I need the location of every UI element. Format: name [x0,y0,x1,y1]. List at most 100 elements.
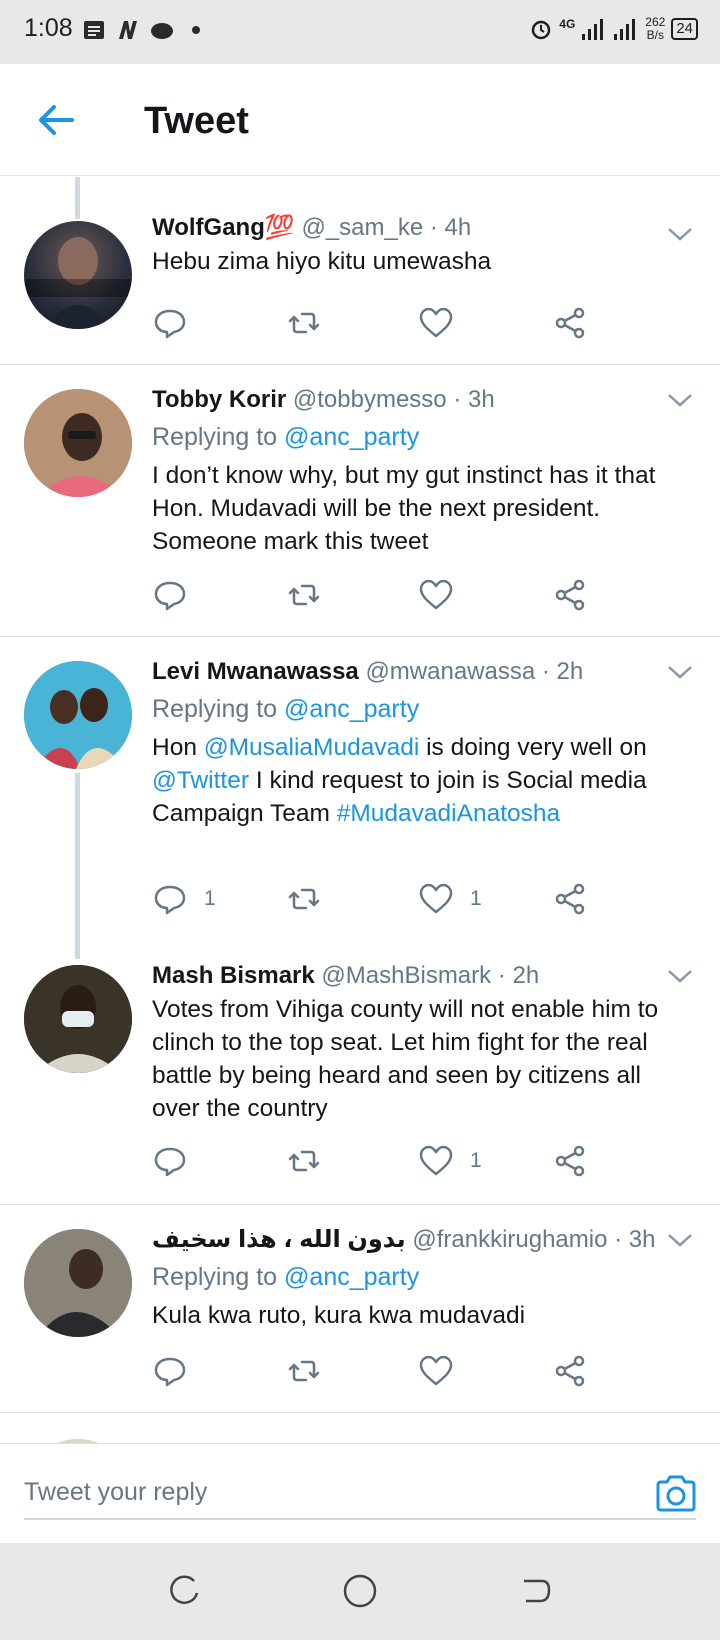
author-name[interactable]: Tobby Korir [152,386,286,413]
retweet-button[interactable] [286,881,322,917]
reply-mention-link[interactable]: @anc_party [284,1263,419,1291]
author-name[interactable]: Levi Mwanawassa [152,658,359,685]
share-icon [555,883,585,915]
avatar[interactable] [24,661,132,769]
chevron-down-icon[interactable] [666,1231,694,1249]
reply-icon [154,309,186,339]
reply-button[interactable] [152,305,204,341]
replying-to: Replying to @anc_party [152,695,420,723]
tweet[interactable]: WolfGang💯 @_sam_ke · 4h Hebu zima hiyo k… [0,177,720,365]
tweet[interactable]: Tobby Korir @tobbymesso · 3h Replying to… [0,365,720,637]
author-name[interactable]: Mash Bismark [152,962,315,989]
back-nav-icon[interactable] [518,1573,554,1609]
battery-indicator: 24 [671,18,698,40]
author-handle[interactable]: @_sam_ke [301,214,423,241]
tweet-actions: 1 [152,1143,622,1183]
hashtag-link[interactable]: #MudavadiAnatosha [337,800,560,827]
tweet-time: · 3h [614,1226,656,1253]
tweet-partial[interactable] [0,1413,720,1443]
heart-icon [419,579,453,610]
reply-mention-link[interactable]: @anc_party [284,423,419,451]
netflix-n-icon [119,21,137,39]
heart-icon [419,1355,453,1386]
tweet-time: · 4h [429,214,472,241]
share-button[interactable] [552,881,588,917]
reply-count: 1 [204,887,216,910]
share-button[interactable] [552,577,588,613]
back-arrow-icon[interactable] [32,98,80,142]
system-nav-bar [0,1543,720,1640]
reply-bar [0,1443,720,1543]
app-blob-icon [151,23,173,39]
retweet-button[interactable] [286,577,322,613]
signal-icon-2 [614,19,636,40]
retweet-button[interactable] [286,1143,322,1179]
share-button[interactable] [552,305,588,341]
camera-icon[interactable] [654,1474,698,1514]
alarm-icon [532,20,551,40]
share-button[interactable] [552,1353,588,1389]
like-button[interactable] [418,1353,470,1389]
page-title: Tweet [144,100,249,142]
recent-apps-icon[interactable] [166,1573,202,1609]
reply-button[interactable]: 1 [152,881,216,917]
retweet-button[interactable] [286,1353,322,1389]
heart-icon [419,1145,453,1176]
like-button[interactable] [418,305,470,341]
author-handle[interactable]: @MashBismark [321,962,491,989]
thread-line [75,177,80,219]
avatar-image [24,237,132,329]
author-handle[interactable]: @tobbymesso [293,386,447,413]
avatar[interactable] [24,221,132,329]
chevron-down-icon[interactable] [666,967,694,985]
like-button[interactable]: 1 [418,881,482,917]
chevron-down-icon[interactable] [666,391,694,409]
mention-link[interactable]: @MusaliaMudavadi [204,734,420,761]
tweet[interactable]: Mash Bismark @MashBismark · 2h Votes fro… [0,937,720,1205]
tweet[interactable]: Levi Mwanawassa @mwanawassa · 2h Replyin… [0,637,720,937]
tweet-time: · 2h [497,962,540,989]
tweet-actions [152,577,622,617]
chevron-down-icon[interactable] [666,663,694,681]
tweet-text: I don’t know why, but my gut instinct ha… [152,462,656,555]
avatar[interactable] [24,965,132,1073]
avatar-image [24,389,132,497]
reply-button[interactable] [152,577,204,613]
like-button[interactable]: 1 [418,1143,482,1179]
reply-button[interactable] [152,1353,204,1389]
notes-icon [84,21,104,39]
author-name[interactable]: بدون الله ، هذا سخيف [152,1226,406,1253]
retweet-icon [288,312,320,334]
replying-to: Replying to @anc_party [152,1263,420,1291]
avatar[interactable] [24,389,132,497]
reply-icon [154,1147,186,1177]
replying-to: Replying to @anc_party [152,423,420,451]
retweet-button[interactable] [286,305,322,341]
share-icon [555,1355,585,1387]
reply-mention-link[interactable]: @anc_party [284,695,419,723]
share-icon [555,1145,585,1177]
share-button[interactable] [552,1143,588,1179]
tweet-text: Hebu zima hiyo kitu umewasha [152,248,492,275]
signal-icon [582,19,604,40]
tweet-text: Hon @MusaliaMudavadi is doing very well … [152,734,647,827]
home-icon[interactable] [340,1571,380,1611]
mention-link[interactable]: @Twitter [152,767,249,794]
retweet-icon [288,1360,320,1382]
reply-input[interactable] [24,1466,696,1520]
tweet[interactable]: بدون الله ، هذا سخيف @frankkirughamio · … [0,1205,720,1413]
like-button[interactable] [418,577,470,613]
author-handle[interactable]: @frankkirughamio [412,1226,607,1253]
author-name[interactable]: WolfGang💯 [152,214,295,241]
avatar[interactable] [24,1229,132,1337]
tweet-actions: 1 1 [152,881,622,921]
share-icon [555,579,585,611]
reply-icon [154,581,186,611]
reply-button[interactable] [152,1143,204,1179]
chevron-down-icon[interactable] [666,225,694,243]
tweet-time: · 3h [453,386,495,413]
author-handle[interactable]: @mwanawassa [365,658,535,685]
like-count: 1 [470,1149,482,1172]
dot-icon [192,26,200,34]
network-type: 4G [559,17,576,31]
